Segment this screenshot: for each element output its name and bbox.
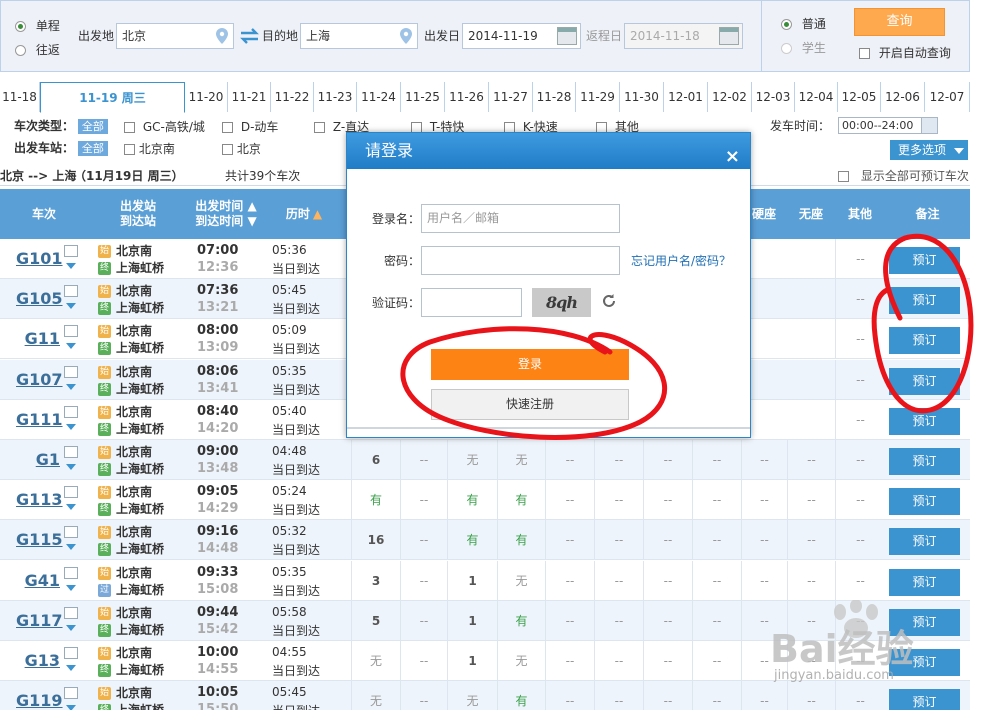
baidu-watermark: Bai经验 jingyan.baidu.com [770,600,990,710]
railway-booking-page: { "query": { "trip_oneway": "单程", "trip_… [0,0,1000,710]
watermark-brand: Bai经验 [770,627,914,671]
annotation-circle-book [871,233,974,414]
annotation-circle-login [400,326,667,440]
date-tab[interactable]: 11-19 周三 [40,82,185,113]
watermark-url: jingyan.baidu.com [774,668,894,683]
